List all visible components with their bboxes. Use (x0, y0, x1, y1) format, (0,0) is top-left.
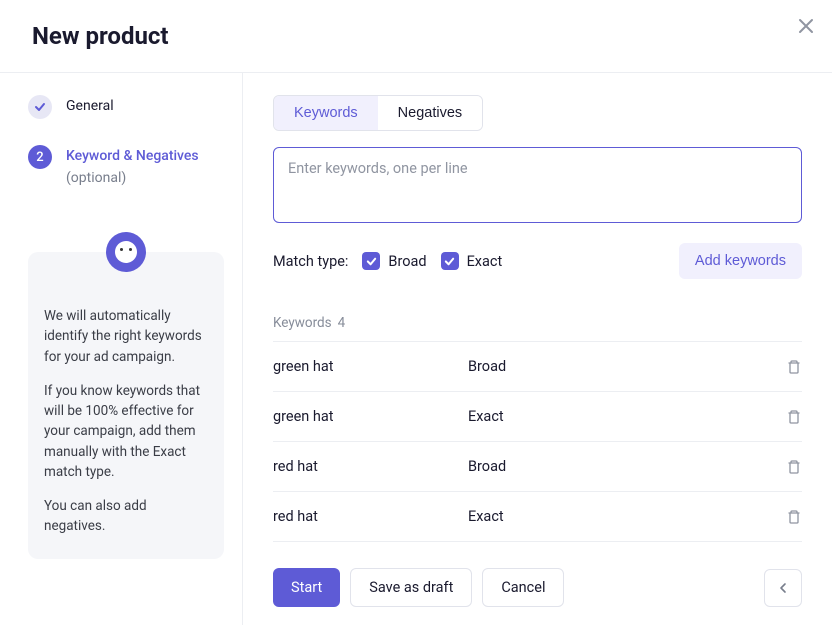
keyword-name: red hat (273, 508, 468, 525)
keyword-name: red hat (273, 458, 468, 475)
table-row: green hat Broad (273, 342, 802, 392)
checkbox-label: Broad (388, 253, 426, 270)
cancel-button[interactable]: Cancel (482, 568, 564, 607)
start-button[interactable]: Start (273, 568, 340, 607)
info-paragraph: You can also add negatives. (44, 496, 208, 537)
keyword-name: green hat (273, 358, 468, 375)
save-draft-button[interactable]: Save as draft (350, 568, 472, 607)
keyword-match: Broad (468, 358, 772, 375)
info-paragraph: If you know keywords that will be 100% e… (44, 381, 208, 482)
trash-icon[interactable] (772, 509, 802, 525)
keyword-match: Exact (468, 408, 772, 425)
step-keywords-negatives[interactable]: 2 Keyword & Negatives (optional) (28, 145, 224, 188)
step-label: Keyword & Negatives (optional) (66, 145, 199, 188)
checkmark-icon (362, 252, 380, 270)
close-icon[interactable] (794, 14, 818, 38)
trash-icon[interactable] (772, 409, 802, 425)
match-type-label: Match type: (273, 253, 348, 270)
trash-icon[interactable] (772, 359, 802, 375)
table-row: red hat Broad (273, 442, 802, 492)
chevron-left-icon (778, 582, 788, 594)
add-keywords-button[interactable]: Add keywords (679, 243, 802, 279)
keyword-match: Broad (468, 458, 772, 475)
tab-negatives[interactable]: Negatives (378, 96, 482, 130)
step-label: General (66, 95, 114, 117)
keyword-name: green hat (273, 408, 468, 425)
avatar (106, 232, 146, 272)
info-paragraph: We will automatically identify the right… (44, 306, 208, 367)
info-card: We will automatically identify the right… (28, 252, 224, 559)
checkmark-icon (441, 252, 459, 270)
page-title: New product (32, 22, 169, 50)
keyword-match: Exact (468, 508, 772, 525)
keywords-list-header: Keywords 4 (273, 315, 802, 342)
checkbox-broad[interactable]: Broad (362, 252, 426, 270)
step-general[interactable]: General (28, 95, 224, 119)
check-icon (28, 95, 52, 119)
table-row: red hat Exact (273, 492, 802, 542)
tabs: Keywords Negatives (273, 95, 483, 131)
checkbox-label: Exact (467, 253, 503, 270)
back-button[interactable] (764, 569, 802, 607)
checkbox-exact[interactable]: Exact (441, 252, 503, 270)
keywords-input[interactable] (273, 147, 802, 223)
table-row: green hat Exact (273, 392, 802, 442)
step-number-icon: 2 (28, 145, 52, 169)
trash-icon[interactable] (772, 459, 802, 475)
tab-keywords[interactable]: Keywords (274, 96, 378, 130)
